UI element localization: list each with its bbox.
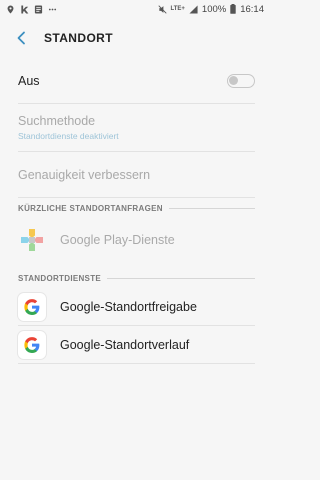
more-notifications-icon xyxy=(48,8,57,10)
google-icon xyxy=(18,330,46,359)
improve-accuracy-label: Genauigkeit verbessern xyxy=(18,167,151,182)
improve-accuracy-row[interactable]: Genauigkeit verbessern xyxy=(18,152,255,198)
status-bar: LTE+ 100% 16:14 xyxy=(0,0,270,18)
section-divider xyxy=(168,207,255,209)
location-service-item-sharing[interactable]: Google-Standortfreigabe xyxy=(18,288,255,326)
battery-percent: 100% xyxy=(201,3,227,15)
location-toggle-row[interactable]: Aus xyxy=(18,58,255,104)
location-service-label: Google-Standortverlauf xyxy=(60,337,190,352)
battery-icon xyxy=(230,4,236,14)
location-services-header: STANDORTDIENSTE xyxy=(18,268,255,288)
document-icon xyxy=(34,4,43,14)
recent-request-label: Google Play-Dienste xyxy=(60,233,175,247)
location-service-label: Google-Standortfreigabe xyxy=(60,299,197,314)
search-method-label: Suchmethode xyxy=(18,114,96,128)
search-method-subtitle: Standortdienste deaktiviert xyxy=(18,131,119,141)
signal-icon xyxy=(189,4,198,14)
network-type-label: LTE+ xyxy=(170,6,185,12)
recent-request-item[interactable]: Google Play-Dienste xyxy=(18,218,255,262)
mute-icon xyxy=(157,4,167,14)
back-button[interactable] xyxy=(12,29,30,47)
back-arrow-icon xyxy=(17,31,25,45)
search-method-row[interactable]: Suchmethode Standortdienste deaktiviert xyxy=(18,104,255,152)
app-bar: STANDORT xyxy=(0,18,270,58)
recent-requests-header-text: KÜRZLICHE STANDORTANFRAGEN xyxy=(18,203,163,213)
location-toggle-label: Aus xyxy=(18,73,40,88)
status-bar-notifications xyxy=(6,4,158,14)
location-pin-icon xyxy=(7,4,14,14)
google-icon xyxy=(18,292,46,321)
location-switch[interactable] xyxy=(227,73,255,88)
google-play-services-icon xyxy=(18,226,46,254)
k-app-icon xyxy=(21,4,29,14)
location-services-header-text: STANDORTDIENSTE xyxy=(18,273,102,283)
recent-requests-header: KÜRZLICHE STANDORTANFRAGEN xyxy=(18,198,255,218)
clock: 16:14 xyxy=(240,3,264,15)
section-divider xyxy=(107,277,255,279)
status-bar-system: LTE+ 100% 16:14 xyxy=(157,3,264,15)
location-service-item-history[interactable]: Google-Standortverlauf xyxy=(18,326,255,364)
page-title: STANDORT xyxy=(44,31,113,45)
